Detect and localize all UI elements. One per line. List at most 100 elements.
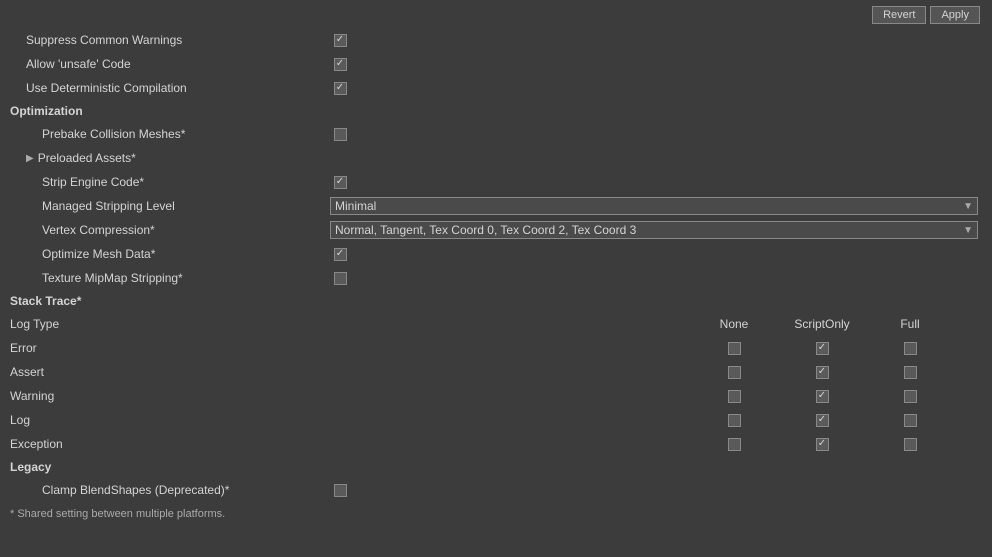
error-none-checkbox[interactable] — [728, 342, 741, 355]
log-full-checkbox[interactable] — [904, 414, 917, 427]
texture-mipmap-stripping-checkbox[interactable] — [330, 270, 350, 286]
exception-full-checkbox[interactable] — [904, 438, 917, 451]
strip-engine-code-label: Strip Engine Code* — [10, 175, 330, 189]
optimize-mesh-data-row: Optimize Mesh Data* — [8, 242, 984, 266]
managed-stripping-level-label: Managed Stripping Level — [10, 199, 330, 213]
assert-script-only-checkbox[interactable] — [816, 366, 829, 379]
warning-script-only-cell[interactable] — [778, 390, 866, 403]
clamp-blendshapes-label: Clamp BlendShapes (Deprecated)* — [10, 483, 330, 497]
error-script-only-cell[interactable] — [778, 342, 866, 355]
assert-full-checkbox[interactable] — [904, 366, 917, 379]
legacy-section-header: Legacy — [8, 456, 984, 478]
optimization-title: Optimization — [10, 104, 83, 118]
suppress-common-warnings-row: Suppress Common Warnings — [8, 28, 984, 52]
prebake-collision-meshes-checkbox[interactable] — [330, 126, 350, 142]
exception-none-cell[interactable] — [690, 438, 778, 451]
suppress-common-warnings-checkbox[interactable] — [330, 32, 350, 48]
vertex-compression-arrow: ▼ — [963, 225, 973, 236]
optimize-mesh-data-label: Optimize Mesh Data* — [10, 247, 330, 261]
allow-unsafe-code-checkbox[interactable] — [330, 56, 350, 72]
preloaded-assets-label: Preloaded Assets* — [38, 151, 136, 165]
error-label: Error — [10, 341, 690, 355]
allow-unsafe-code-check[interactable] — [334, 58, 347, 71]
deterministic-compilation-checkbox[interactable] — [330, 80, 350, 96]
exception-script-only-checkbox[interactable] — [816, 438, 829, 451]
assert-full-cell[interactable] — [866, 366, 954, 379]
stack-trace-assert-row: Assert — [8, 360, 984, 384]
optimize-mesh-data-checkbox[interactable] — [330, 246, 350, 262]
deterministic-compilation-row: Use Deterministic Compilation — [8, 76, 984, 100]
clamp-blendshapes-checkbox[interactable] — [330, 482, 350, 498]
managed-stripping-level-dropdown[interactable]: Minimal ▼ — [330, 197, 978, 215]
clamp-blendshapes-check[interactable] — [334, 484, 347, 497]
stack-trace-exception-row: Exception — [8, 432, 984, 456]
suppress-common-warnings-label: Suppress Common Warnings — [10, 33, 330, 47]
texture-mipmap-stripping-check[interactable] — [334, 272, 347, 285]
prebake-collision-meshes-check[interactable] — [334, 128, 347, 141]
exception-label: Exception — [10, 437, 690, 451]
error-none-cell[interactable] — [690, 342, 778, 355]
managed-stripping-level-row: Managed Stripping Level Minimal ▼ — [8, 194, 984, 218]
stack-trace-title: Stack Trace* — [10, 294, 81, 308]
deterministic-compilation-check[interactable] — [334, 82, 347, 95]
strip-engine-code-checkbox[interactable] — [330, 174, 350, 190]
exception-script-only-cell[interactable] — [778, 438, 866, 451]
legacy-title: Legacy — [10, 460, 51, 474]
footer-note: * Shared setting between multiple platfo… — [8, 508, 984, 520]
warning-label: Warning — [10, 389, 690, 403]
vertex-compression-value: Normal, Tangent, Tex Coord 0, Tex Coord … — [335, 223, 636, 237]
exception-none-checkbox[interactable] — [728, 438, 741, 451]
top-buttons-row: Revert Apply — [8, 4, 984, 26]
clamp-blendshapes-row: Clamp BlendShapes (Deprecated)* — [8, 478, 984, 502]
optimization-section-header: Optimization — [8, 100, 984, 122]
vertex-compression-dropdown[interactable]: Normal, Tangent, Tex Coord 0, Tex Coord … — [330, 221, 978, 239]
log-label: Log — [10, 413, 690, 427]
strip-engine-code-check[interactable] — [334, 176, 347, 189]
stack-trace-warning-row: Warning — [8, 384, 984, 408]
stack-trace-section-header: Stack Trace* — [8, 290, 984, 312]
settings-panel: Revert Apply Suppress Common Warnings Al… — [0, 0, 992, 524]
col-full-header: Full — [866, 317, 954, 331]
log-none-cell[interactable] — [690, 414, 778, 427]
stack-trace-error-row: Error — [8, 336, 984, 360]
preloaded-assets-row: ▶ Preloaded Assets* — [8, 146, 984, 170]
preloaded-assets-triangle[interactable]: ▶ — [10, 153, 34, 164]
stack-trace-log-row: Log — [8, 408, 984, 432]
error-full-cell[interactable] — [866, 342, 954, 355]
assert-none-cell[interactable] — [690, 366, 778, 379]
log-script-only-cell[interactable] — [778, 414, 866, 427]
col-none-header: None — [690, 317, 778, 331]
managed-stripping-level-arrow: ▼ — [963, 201, 973, 212]
allow-unsafe-code-row: Allow 'unsafe' Code — [8, 52, 984, 76]
assert-script-only-cell[interactable] — [778, 366, 866, 379]
assert-none-checkbox[interactable] — [728, 366, 741, 379]
allow-unsafe-code-label: Allow 'unsafe' Code — [10, 57, 330, 71]
exception-full-cell[interactable] — [866, 438, 954, 451]
texture-mipmap-stripping-label: Texture MipMap Stripping* — [10, 271, 330, 285]
texture-mipmap-stripping-row: Texture MipMap Stripping* — [8, 266, 984, 290]
error-script-only-checkbox[interactable] — [816, 342, 829, 355]
warning-script-only-checkbox[interactable] — [816, 390, 829, 403]
warning-none-cell[interactable] — [690, 390, 778, 403]
warning-none-checkbox[interactable] — [728, 390, 741, 403]
log-none-checkbox[interactable] — [728, 414, 741, 427]
col-script-only-header: ScriptOnly — [778, 317, 866, 331]
deterministic-compilation-label: Use Deterministic Compilation — [10, 81, 330, 95]
vertex-compression-label: Vertex Compression* — [10, 223, 330, 237]
log-full-cell[interactable] — [866, 414, 954, 427]
managed-stripping-level-value: Minimal — [335, 199, 376, 213]
error-full-checkbox[interactable] — [904, 342, 917, 355]
apply-button[interactable]: Apply — [930, 6, 980, 24]
assert-label: Assert — [10, 365, 690, 379]
stack-trace-header-row: Log Type None ScriptOnly Full — [8, 312, 984, 336]
warning-full-cell[interactable] — [866, 390, 954, 403]
suppress-common-warnings-check[interactable] — [334, 34, 347, 47]
vertex-compression-row: Vertex Compression* Normal, Tangent, Tex… — [8, 218, 984, 242]
log-script-only-checkbox[interactable] — [816, 414, 829, 427]
warning-full-checkbox[interactable] — [904, 390, 917, 403]
revert-button[interactable]: Revert — [872, 6, 926, 24]
strip-engine-code-row: Strip Engine Code* — [8, 170, 984, 194]
optimize-mesh-data-check[interactable] — [334, 248, 347, 261]
prebake-collision-meshes-label: Prebake Collision Meshes* — [10, 127, 330, 141]
log-type-label: Log Type — [10, 317, 690, 331]
